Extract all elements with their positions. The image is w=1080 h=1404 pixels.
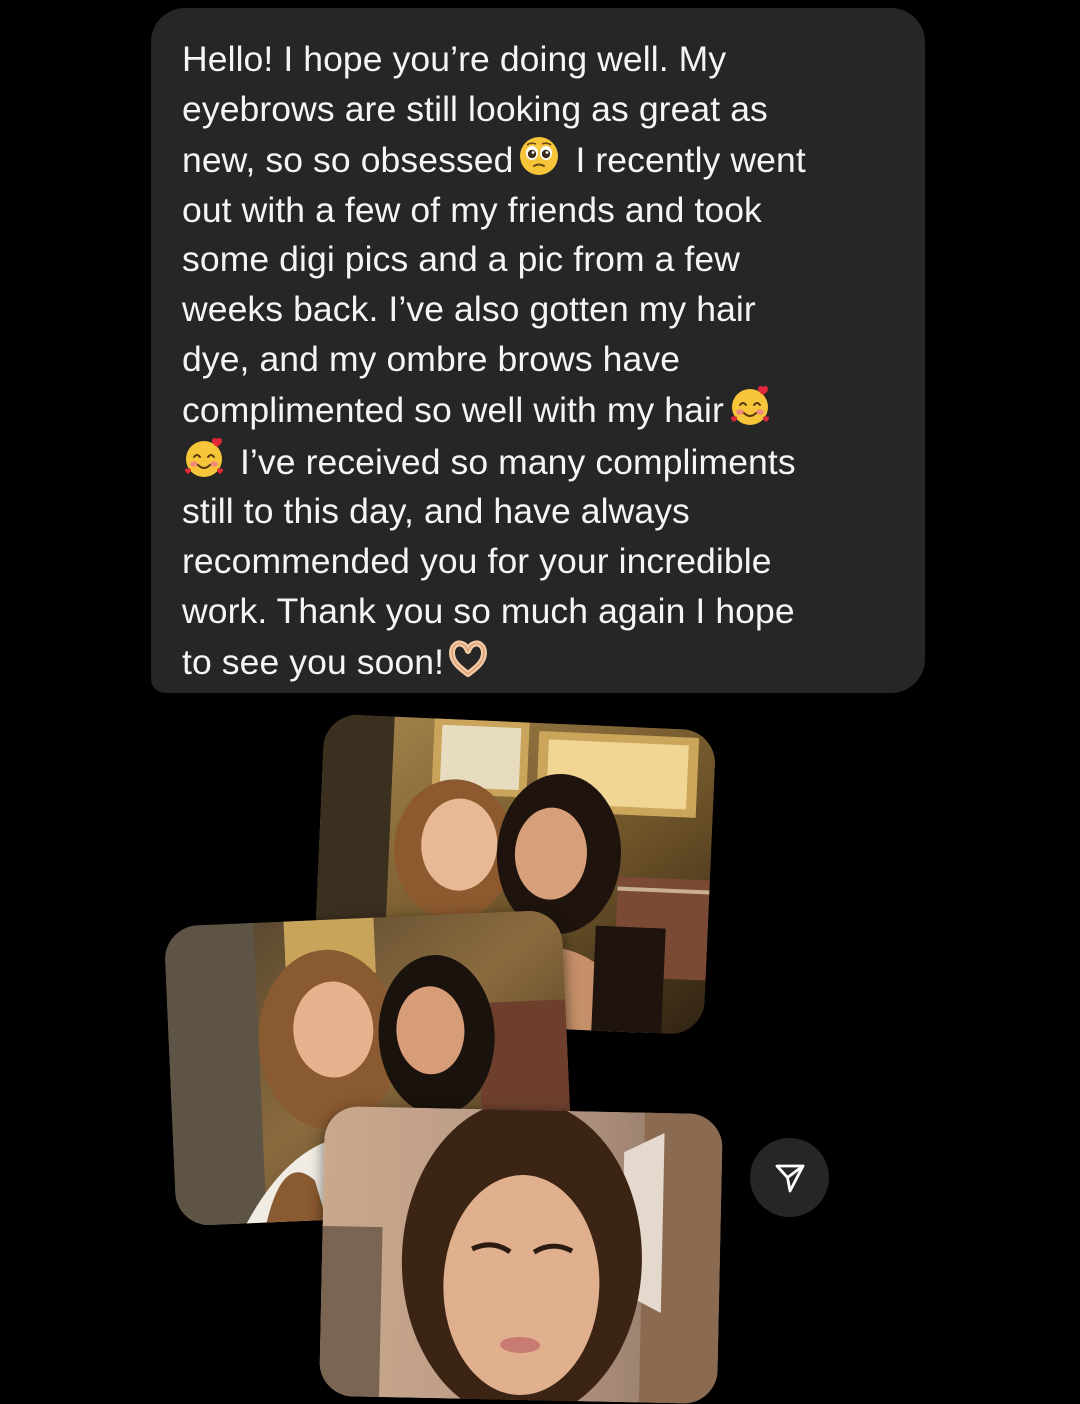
share-button[interactable] bbox=[750, 1138, 829, 1217]
pleading-face-icon bbox=[517, 134, 561, 178]
message-line: complimented so well with my hair bbox=[182, 384, 895, 436]
message-bubble[interactable]: Hello! I hope you’re doing well. My eyeb… bbox=[151, 8, 925, 693]
message-line: eyebrows are still looking as great as bbox=[182, 88, 768, 129]
message-line: work. Thank you so much again I hope bbox=[182, 590, 795, 631]
smiling-face-with-hearts-icon bbox=[728, 384, 772, 428]
photo-icon bbox=[319, 1105, 723, 1404]
message-line: I’ve received so many compliments bbox=[182, 436, 895, 488]
message-line-text: I’ve received so many compliments bbox=[230, 441, 796, 482]
message-line: still to this day, and have always bbox=[182, 491, 690, 532]
message-line-text: I recently went bbox=[565, 140, 806, 181]
message-line: to see you soon! bbox=[182, 636, 895, 688]
heart-hands-icon bbox=[446, 636, 490, 680]
message-line-text: to see you soon! bbox=[182, 642, 445, 683]
message-line: some digi pics and a pic from a few bbox=[182, 239, 740, 280]
message-line: recommended you for your incredible bbox=[182, 540, 772, 581]
message-line-text: complimented so well with my hair bbox=[182, 390, 724, 431]
message-line: new, so so obsessed I recently went bbox=[182, 134, 895, 186]
message-line: weeks back. I’ve also gotten my hair bbox=[182, 288, 756, 329]
message-text: Hello! I hope you’re doing well. My eyeb… bbox=[182, 35, 895, 688]
smiling-face-with-hearts-icon bbox=[182, 436, 226, 480]
photo-portrait-selfie[interactable] bbox=[319, 1105, 723, 1404]
message-line-text: new, so so obsessed bbox=[182, 140, 514, 181]
message-line: dye, and my ombre brows have bbox=[182, 338, 681, 379]
message-line: out with a few of my friends and took bbox=[182, 189, 762, 230]
message-line: Hello! I hope you’re doing well. My bbox=[182, 39, 727, 79]
send-icon bbox=[775, 1164, 804, 1192]
